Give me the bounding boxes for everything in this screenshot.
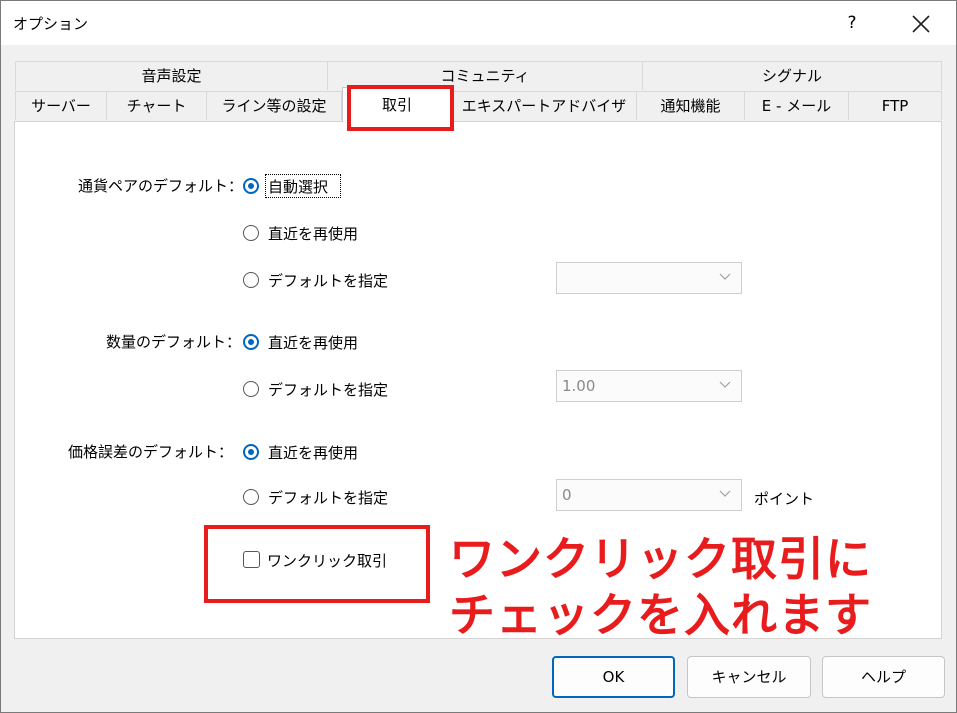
symbol-reuse-last-radio[interactable] — [243, 225, 259, 241]
symbol-specify-radio[interactable] — [243, 272, 259, 288]
help-question-button[interactable]: ? — [837, 9, 867, 37]
tab-expert-advisors[interactable]: エキスパートアドバイザ — [452, 91, 637, 120]
slippage-specify-radio[interactable] — [243, 489, 259, 505]
volume-combo-value: 1.00 — [562, 377, 596, 395]
slippage-reuse-last-radio[interactable] — [243, 444, 259, 460]
slippage-combo-value: 0 — [562, 486, 572, 504]
volume-combo[interactable]: 1.00 — [556, 370, 742, 402]
volume-specify-label: デフォルトを指定 — [268, 381, 389, 399]
tab-highlight-box — [347, 85, 454, 131]
tab-objects[interactable]: ライン等の設定 — [207, 91, 342, 120]
symbol-specify-label: デフォルトを指定 — [268, 272, 389, 290]
slippage-unit-label: ポイント — [754, 490, 815, 508]
symbol-default-label: 通貨ペアのデフォルト： — [78, 177, 244, 195]
help-button[interactable]: ヘルプ — [822, 656, 945, 698]
close-icon — [912, 15, 930, 33]
tab-chart[interactable]: チャート — [107, 91, 207, 120]
volume-default-label: 数量のデフォルト： — [106, 333, 242, 351]
slippage-reuse-last-label: 直近を再使用 — [268, 444, 359, 462]
slippage-default-label: 価格誤差のデフォルト： — [68, 443, 234, 461]
symbol-auto-radio[interactable] — [243, 178, 259, 194]
volume-reuse-last-radio[interactable] — [243, 334, 259, 350]
volume-specify-radio[interactable] — [243, 381, 259, 397]
symbol-reuse-last-label: 直近を再使用 — [268, 225, 359, 243]
tab-signals[interactable]: シグナル — [643, 61, 942, 90]
chevron-down-icon — [719, 490, 731, 497]
symbol-auto-label: 自動選択 — [268, 178, 329, 196]
tab-sound[interactable]: 音声設定 — [15, 61, 328, 90]
title-bar: オプション ? — [1, 1, 956, 45]
ok-button[interactable]: OK — [552, 656, 675, 698]
tab-ftp[interactable]: FTP — [849, 91, 942, 120]
volume-reuse-last-label: 直近を再使用 — [268, 334, 359, 352]
chevron-down-icon — [719, 381, 731, 388]
slippage-specify-label: デフォルトを指定 — [268, 489, 389, 507]
tab-server[interactable]: サーバー — [15, 91, 107, 120]
cancel-button[interactable]: キャンセル — [687, 656, 811, 698]
tab-email[interactable]: E - メール — [745, 91, 849, 120]
close-button[interactable] — [901, 7, 941, 39]
tab-notifications[interactable]: 通知機能 — [637, 91, 745, 120]
window-title: オプション — [13, 15, 89, 33]
symbol-combo[interactable] — [556, 262, 742, 294]
options-dialog: オプション ? 音声設定 コミュニティ シグナル サーバー チャート ライン等の… — [0, 0, 957, 713]
checkbox-highlight-box — [204, 525, 430, 603]
annotation-line-2: チェックを入れます — [449, 588, 872, 642]
chevron-down-icon — [719, 273, 731, 280]
slippage-combo[interactable]: 0 — [556, 479, 742, 511]
